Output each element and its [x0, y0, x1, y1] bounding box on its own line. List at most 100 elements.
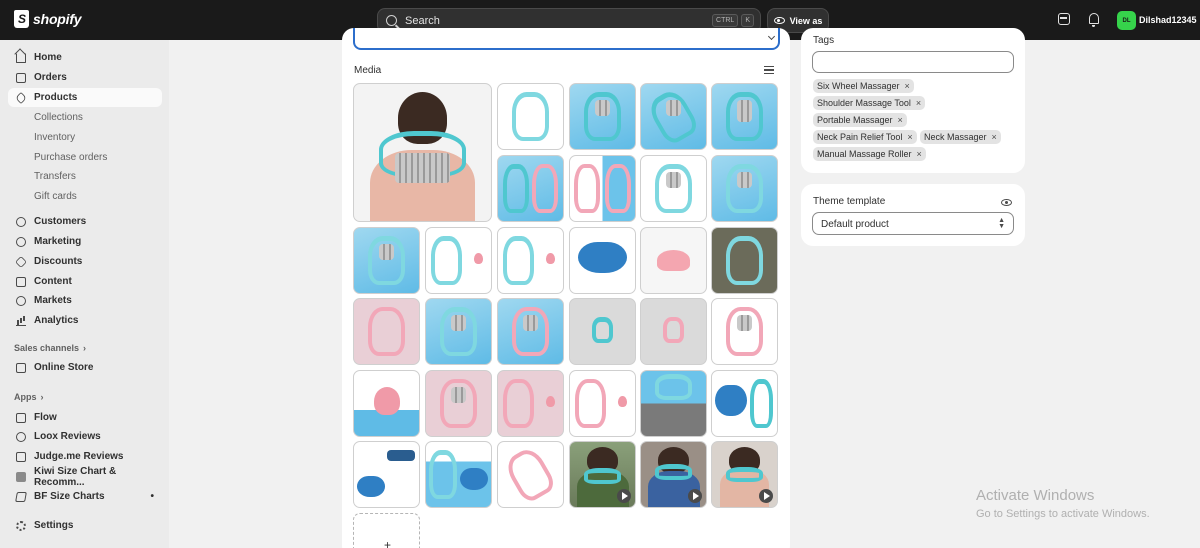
- sidebar-item-markets[interactable]: Markets: [8, 291, 162, 310]
- media-thumbnail[interactable]: [425, 441, 492, 508]
- massager-pink-image: [503, 378, 535, 429]
- avatar[interactable]: DL: [1117, 11, 1136, 30]
- sidebar-item-label: Products: [34, 92, 78, 103]
- massager-rollers-image: [594, 99, 611, 117]
- chevron-right-icon: ›: [40, 392, 44, 402]
- sidebar-item-label: Kiwi Size Chart & Recomm...: [34, 465, 117, 488]
- eye-icon[interactable]: [1001, 199, 1012, 206]
- media-thumbnail-featured[interactable]: [353, 83, 492, 222]
- sidebar-item-content[interactable]: Content: [8, 272, 162, 291]
- media-thumbnail[interactable]: [353, 227, 420, 294]
- sidebar-item-discounts[interactable]: Discounts: [8, 252, 162, 271]
- massager-pink-image: [663, 317, 684, 344]
- massager-rollers-image: [450, 314, 467, 332]
- media-thumbnail[interactable]: [497, 298, 564, 365]
- sidebar-subitem-gift-cards[interactable]: Gift cards: [34, 191, 77, 202]
- plus-icon: +: [384, 538, 392, 548]
- close-icon[interactable]: ×: [916, 98, 921, 108]
- sidebar-app-flow[interactable]: Flow: [8, 408, 162, 427]
- theme-template-select[interactable]: Default product ▲ ▼: [812, 212, 1014, 235]
- media-settings-icon[interactable]: [764, 66, 774, 74]
- store-icon: [16, 362, 26, 373]
- media-thumbnail[interactable]: [569, 227, 636, 294]
- close-icon[interactable]: ×: [905, 81, 910, 91]
- media-thumbnail[interactable]: [640, 227, 707, 294]
- media-thumbnail[interactable]: [569, 155, 636, 222]
- apps-header[interactable]: Apps ›: [14, 392, 44, 402]
- media-thumbnail[interactable]: [497, 370, 564, 437]
- media-thumbnail[interactable]: [569, 370, 636, 437]
- media-thumbnail[interactable]: [640, 83, 707, 150]
- massager-pink-image: [502, 444, 559, 505]
- sales-channels-header[interactable]: Sales channels ›: [14, 343, 86, 353]
- video-thumbnail[interactable]: [711, 441, 778, 508]
- sidebar-subitem-collections[interactable]: Collections: [34, 112, 83, 123]
- media-thumbnail[interactable]: [497, 155, 564, 222]
- media-thumbnail[interactable]: [569, 83, 636, 150]
- media-thumbnail[interactable]: [353, 298, 420, 365]
- sidebar-item-label: Content: [34, 276, 72, 287]
- media-thumbnail[interactable]: [569, 298, 636, 365]
- media-thumbnail[interactable]: [425, 298, 492, 365]
- media-thumbnail[interactable]: [353, 441, 420, 508]
- massager-rollers-image: [736, 171, 753, 189]
- media-thumbnail[interactable]: [640, 298, 707, 365]
- media-thumbnail[interactable]: [711, 83, 778, 150]
- close-icon[interactable]: ×: [992, 132, 997, 142]
- media-thumbnail[interactable]: [425, 370, 492, 437]
- sidebar-subitem-inventory[interactable]: Inventory: [34, 132, 75, 143]
- sidebar-item-marketing[interactable]: Marketing: [8, 232, 162, 251]
- sidebar-subitem-purchase-orders[interactable]: Purchase orders: [34, 152, 107, 163]
- category-select[interactable]: [353, 28, 780, 50]
- sidebar-app-judgeme-reviews[interactable]: Judge.me Reviews: [8, 447, 162, 466]
- media-thumbnail[interactable]: [353, 370, 420, 437]
- bell-icon[interactable]: [1089, 13, 1099, 27]
- play-icon: [688, 489, 702, 503]
- media-thumbnail[interactable]: [497, 441, 564, 508]
- tag-label: Neck Pain Relief Tool: [817, 132, 903, 142]
- media-thumbnail[interactable]: [640, 155, 707, 222]
- media-thumbnail[interactable]: [711, 227, 778, 294]
- shopify-logo[interactable]: shopify: [14, 10, 82, 28]
- media-thumbnail[interactable]: [640, 370, 707, 437]
- massager-image: [655, 373, 692, 400]
- sidebar-app-loox-reviews[interactable]: Loox Reviews: [8, 427, 162, 446]
- close-icon[interactable]: ×: [917, 149, 922, 159]
- store-icon[interactable]: [1058, 13, 1070, 25]
- media-thumbnail[interactable]: [497, 83, 564, 150]
- media-thumbnail[interactable]: [711, 370, 778, 437]
- sidebar-item-online-store[interactable]: Online Store: [8, 358, 162, 377]
- username[interactable]: Dilshad12345: [1139, 15, 1197, 25]
- sidebar-item-home[interactable]: Home: [8, 48, 162, 67]
- media-thumbnail[interactable]: [497, 227, 564, 294]
- media-thumbnail[interactable]: [425, 227, 492, 294]
- sidebar-item-orders[interactable]: Orders: [8, 68, 162, 87]
- sidebar-subitem-transfers[interactable]: Transfers: [34, 171, 76, 182]
- person-icon: [16, 216, 26, 227]
- add-media-button[interactable]: +: [353, 513, 420, 548]
- sidebar-item-products[interactable]: Products: [8, 88, 162, 107]
- sidebar-app-bf-size-charts[interactable]: BF Size Charts •: [8, 487, 162, 506]
- theme-template-label: Theme template: [813, 196, 886, 207]
- close-icon[interactable]: ×: [898, 115, 903, 125]
- sidebar-item-analytics[interactable]: Analytics: [8, 311, 162, 330]
- select-arrows-icon: ▲ ▼: [998, 217, 1005, 230]
- video-thumbnail[interactable]: [640, 441, 707, 508]
- tags-input[interactable]: [812, 51, 1014, 73]
- sidebar-item-settings[interactable]: Settings: [8, 516, 162, 535]
- sidebar-item-customers[interactable]: Customers: [8, 212, 162, 231]
- close-icon[interactable]: ×: [907, 132, 912, 142]
- massager-image: [726, 466, 763, 483]
- play-icon: [759, 489, 773, 503]
- massager-image: [645, 86, 702, 147]
- media-thumbnail[interactable]: [711, 155, 778, 222]
- tag-icon: [14, 91, 28, 104]
- flow-icon: [16, 412, 26, 423]
- massager-rollers-image: [395, 152, 450, 183]
- video-thumbnail[interactable]: [569, 441, 636, 508]
- gua-sha-image: [618, 395, 628, 408]
- media-thumbnail[interactable]: [711, 298, 778, 365]
- sidebar-app-kiwi-size-chart[interactable]: Kiwi Size Chart & Recomm...: [8, 465, 162, 488]
- sidebar-item-label: Flow: [34, 412, 57, 423]
- massager-pink-image: [531, 163, 558, 214]
